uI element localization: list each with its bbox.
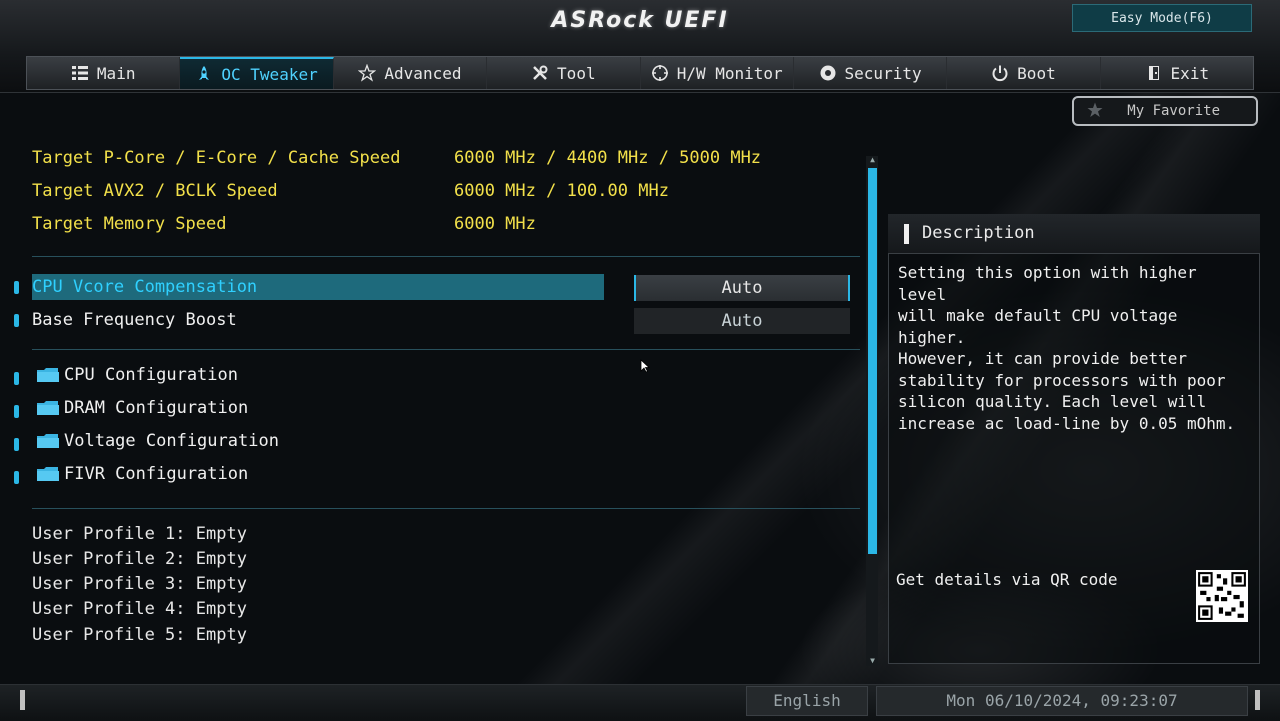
folder-icon bbox=[37, 368, 59, 382]
folder-label: Voltage Configuration bbox=[64, 431, 279, 451]
folder-icon bbox=[37, 434, 59, 448]
scroll-up-icon[interactable]: ▲ bbox=[868, 156, 877, 164]
info-value-memory-speed: 6000 MHz bbox=[454, 214, 536, 234]
cpu-vcore-compensation-value[interactable]: Auto bbox=[634, 275, 850, 301]
qr-code-icon bbox=[1196, 570, 1248, 622]
folder-label: DRAM Configuration bbox=[64, 398, 249, 418]
crosshair-icon bbox=[651, 64, 669, 82]
footer-left-marker bbox=[20, 690, 25, 710]
info-icon bbox=[904, 224, 909, 244]
description-title: Description bbox=[922, 223, 1035, 243]
tab-hw-monitor[interactable]: H/W Monitor bbox=[641, 57, 794, 89]
tab-label: Exit bbox=[1170, 63, 1210, 83]
footer-right-marker bbox=[1255, 690, 1260, 710]
shield-icon bbox=[819, 64, 837, 82]
folder-bullet bbox=[14, 471, 19, 484]
user-profile-2[interactable]: User Profile 2: Empty bbox=[32, 549, 247, 569]
user-profile-3[interactable]: User Profile 3: Empty bbox=[32, 574, 247, 594]
tab-label: Boot bbox=[1017, 63, 1056, 83]
my-favorite-label: My Favorite bbox=[1127, 103, 1220, 119]
mouse-cursor-icon bbox=[640, 359, 650, 373]
tab-boot[interactable]: Boot bbox=[947, 57, 1101, 89]
tab-tool[interactable]: Tool bbox=[487, 57, 641, 89]
setting-bullet bbox=[14, 314, 19, 327]
tab-main[interactable]: Main bbox=[27, 57, 181, 89]
exit-door-icon bbox=[1145, 64, 1163, 82]
folder-dram-configuration[interactable]: DRAM Configuration bbox=[36, 398, 248, 418]
header-bar: ASRock UEFI Easy Mode(F6) Main OC Tweake… bbox=[0, 0, 1280, 93]
rocket-icon bbox=[195, 65, 213, 83]
user-profile-4[interactable]: User Profile 4: Empty bbox=[32, 599, 247, 619]
scrollbar-thumb[interactable] bbox=[868, 168, 877, 554]
divider bbox=[32, 256, 860, 257]
qr-code-label: Get details via QR code bbox=[896, 570, 1118, 589]
tab-label: Main bbox=[96, 63, 136, 83]
base-frequency-boost-value[interactable]: Auto bbox=[634, 308, 850, 334]
tools-icon bbox=[531, 64, 549, 82]
folder-icon bbox=[37, 401, 59, 415]
list-icon bbox=[71, 64, 89, 82]
info-value-avx2-bclk: 6000 MHz / 100.00 MHz bbox=[454, 181, 669, 201]
folder-voltage-configuration[interactable]: Voltage Configuration bbox=[36, 431, 279, 451]
setting-base-frequency-boost[interactable]: Base Frequency Boost bbox=[32, 307, 237, 333]
tab-advanced[interactable]: Advanced bbox=[334, 57, 488, 89]
language-button[interactable]: English bbox=[746, 686, 868, 716]
folder-label: CPU Configuration bbox=[64, 365, 238, 385]
setting-bullet bbox=[14, 281, 19, 294]
tab-oc-tweaker[interactable]: OC Tweaker bbox=[180, 57, 334, 89]
tab-label: Security bbox=[844, 63, 922, 83]
divider bbox=[32, 508, 860, 509]
easy-mode-button[interactable]: Easy Mode(F6) bbox=[1072, 4, 1252, 32]
scroll-down-icon[interactable]: ▼ bbox=[868, 657, 877, 665]
folder-bullet bbox=[14, 372, 19, 385]
folder-bullet bbox=[14, 438, 19, 451]
folder-icon bbox=[37, 467, 59, 481]
divider bbox=[32, 349, 860, 350]
tab-bar: Main OC Tweaker Advanced Tool H/W Monito… bbox=[26, 56, 1254, 90]
folder-label: FIVR Configuration bbox=[64, 464, 249, 484]
tab-label: H/W Monitor bbox=[676, 63, 783, 83]
power-icon bbox=[991, 64, 1009, 82]
datetime-display[interactable]: Mon 06/10/2024, 09:23:07 bbox=[876, 686, 1248, 716]
info-value-core-speed: 6000 MHz / 4400 MHz / 5000 MHz bbox=[454, 148, 762, 168]
info-label-memory-speed: Target Memory Speed bbox=[32, 214, 227, 234]
info-label-core-speed: Target P-Core / E-Core / Cache Speed bbox=[32, 148, 401, 168]
my-favorite-button[interactable]: My Favorite bbox=[1072, 96, 1258, 126]
user-profile-1[interactable]: User Profile 1: Empty bbox=[32, 524, 247, 544]
setting-cpu-vcore-compensation[interactable]: CPU Vcore Compensation bbox=[32, 274, 604, 300]
star-outline-icon bbox=[358, 64, 377, 82]
folder-bullet bbox=[14, 405, 19, 418]
tab-security[interactable]: Security bbox=[794, 57, 948, 89]
star-icon bbox=[1087, 102, 1103, 117]
tab-label: Advanced bbox=[384, 63, 462, 83]
user-profile-5[interactable]: User Profile 5: Empty bbox=[32, 625, 247, 645]
info-label-avx2-bclk: Target AVX2 / BCLK Speed bbox=[32, 181, 278, 201]
tab-label: Tool bbox=[557, 63, 596, 83]
description-text: Setting this option with higher level wi… bbox=[898, 263, 1236, 433]
tab-exit[interactable]: Exit bbox=[1101, 57, 1253, 89]
folder-fivr-configuration[interactable]: FIVR Configuration bbox=[36, 464, 248, 484]
folder-cpu-configuration[interactable]: CPU Configuration bbox=[36, 365, 238, 385]
tab-label: OC Tweaker bbox=[221, 64, 318, 84]
